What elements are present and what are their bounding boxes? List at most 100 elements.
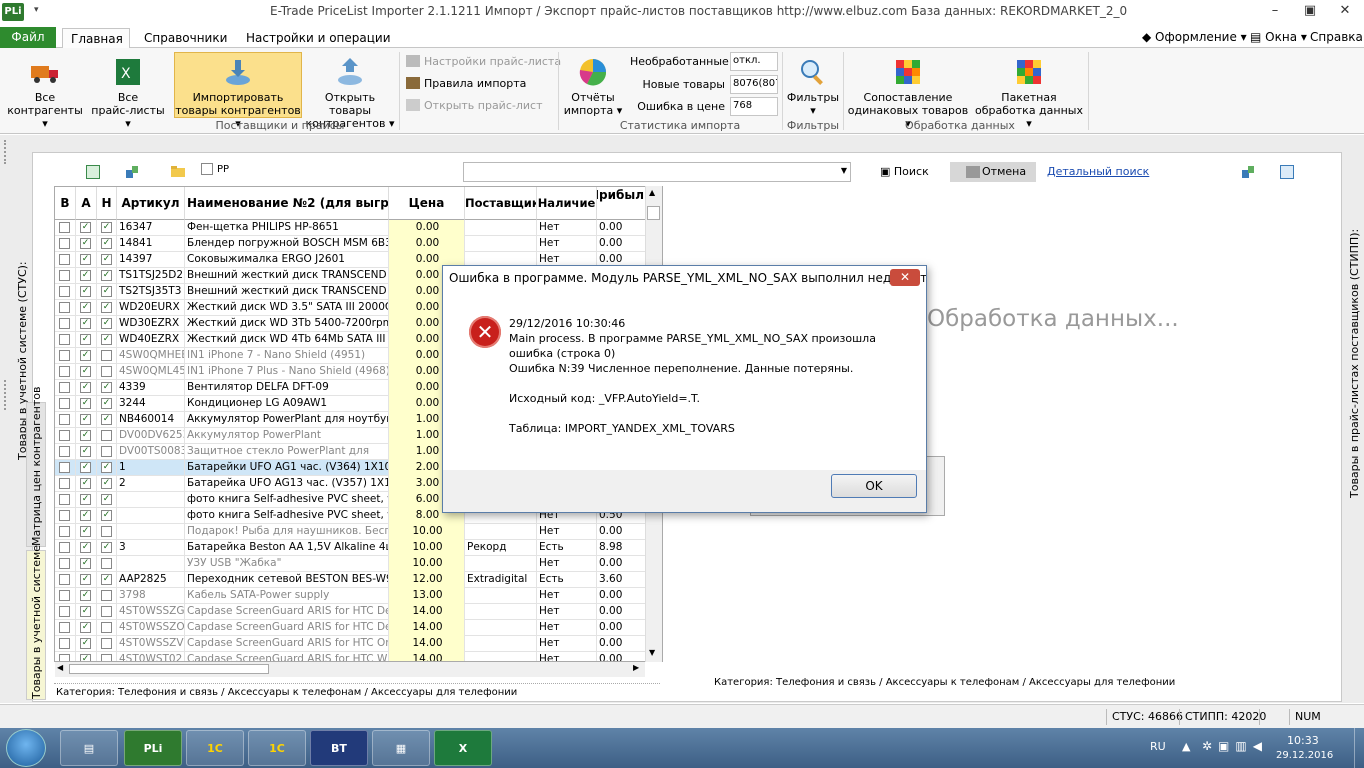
table-row[interactable]: ✓ 4ST0WSSZG Capdase ScreenGuard ARIS for H… [55, 604, 650, 620]
checkbox-cell-a[interactable]: ✓ [76, 492, 97, 508]
checkbox-cell-n[interactable]: ✓ [97, 476, 117, 492]
checkbox-cell-v[interactable] [55, 476, 76, 492]
checkbox-cell-a[interactable]: ✓ [76, 524, 97, 540]
taskbar-bt-icon[interactable]: BT [310, 730, 368, 766]
checkbox-cell-v[interactable] [55, 220, 76, 236]
dialog-close-icon[interactable]: ✕ [890, 269, 920, 286]
unchecked-checkbox[interactable] [59, 254, 70, 265]
checkbox-cell-a[interactable]: ✓ [76, 620, 97, 636]
unchecked-checkbox[interactable] [101, 430, 112, 441]
col-header-v[interactable]: В [55, 187, 76, 220]
checkbox-cell-v[interactable] [55, 252, 76, 268]
taskbar-pli-icon[interactable]: PLi [124, 730, 182, 766]
checked-checkbox[interactable]: ✓ [80, 318, 91, 329]
unchecked-checkbox[interactable] [59, 430, 70, 441]
checkbox-cell-v[interactable] [55, 348, 76, 364]
table-row[interactable]: ✓ 4ST0WST02 Capdase ScreenGuard ARIS for H… [55, 652, 650, 661]
checkbox-cell-a[interactable]: ✓ [76, 460, 97, 476]
col-header-availability[interactable]: Наличие [537, 187, 597, 220]
scroll-up-icon[interactable]: ▲ [649, 188, 655, 197]
checked-checkbox[interactable]: ✓ [101, 414, 112, 425]
unchecked-checkbox[interactable] [59, 558, 70, 569]
unchecked-checkbox[interactable] [59, 574, 70, 585]
app-icon[interactable]: PLi [2, 3, 24, 21]
checked-checkbox[interactable]: ✓ [101, 382, 112, 393]
unchecked-checkbox[interactable] [59, 350, 70, 361]
checkbox-cell-a[interactable]: ✓ [76, 252, 97, 268]
checked-checkbox[interactable]: ✓ [80, 398, 91, 409]
checkbox-cell-a[interactable]: ✓ [76, 380, 97, 396]
checkbox-cell-n[interactable] [97, 636, 117, 652]
checked-checkbox[interactable]: ✓ [101, 494, 112, 505]
checked-checkbox[interactable]: ✓ [101, 286, 112, 297]
unchecked-checkbox[interactable] [59, 446, 70, 457]
checkbox-cell-n[interactable] [97, 556, 117, 572]
checkbox-cell-a[interactable]: ✓ [76, 588, 97, 604]
checked-checkbox[interactable]: ✓ [80, 286, 91, 297]
checkbox-cell-v[interactable] [55, 300, 76, 316]
checked-checkbox[interactable]: ✓ [80, 638, 91, 649]
checkbox-cell-v[interactable] [55, 412, 76, 428]
next-record-icon[interactable] [86, 165, 100, 179]
checkbox-cell-n[interactable]: ✓ [97, 572, 117, 588]
checked-checkbox[interactable]: ✓ [80, 350, 91, 361]
checkbox-cell-v[interactable] [55, 636, 76, 652]
checkbox-cell-n[interactable]: ✓ [97, 540, 117, 556]
checked-checkbox[interactable]: ✓ [80, 366, 91, 377]
checkbox-cell-v[interactable] [55, 428, 76, 444]
checkbox-cell-v[interactable] [55, 524, 76, 540]
table-row[interactable]: ✓ ✓ AAP2825 Переходник сетевой BESTON BES-W… [55, 572, 650, 588]
checkbox-cell-v[interactable] [55, 364, 76, 380]
checked-checkbox[interactable]: ✓ [80, 254, 91, 265]
checkbox-cell-a[interactable]: ✓ [76, 284, 97, 300]
checkbox-cell-v[interactable] [55, 444, 76, 460]
checkbox-cell-n[interactable]: ✓ [97, 396, 117, 412]
checked-checkbox[interactable]: ✓ [80, 542, 91, 553]
checked-checkbox[interactable]: ✓ [80, 478, 91, 489]
checked-checkbox[interactable]: ✓ [101, 270, 112, 281]
unchecked-checkbox[interactable] [59, 414, 70, 425]
splitter-grip[interactable] [4, 140, 10, 164]
checkbox-cell-n[interactable] [97, 348, 117, 364]
checked-checkbox[interactable]: ✓ [80, 414, 91, 425]
checkbox-cell-n[interactable]: ✓ [97, 284, 117, 300]
checkbox-cell-n[interactable]: ✓ [97, 268, 117, 284]
show-desktop-button[interactable] [1354, 728, 1364, 768]
checkbox-cell-a[interactable]: ✓ [76, 220, 97, 236]
cancel-button[interactable]: Отмена [950, 162, 1036, 182]
checkbox-cell-v[interactable] [55, 236, 76, 252]
pricelist-tool-icon[interactable] [124, 164, 140, 180]
checkbox-cell-n[interactable] [97, 604, 117, 620]
checked-checkbox[interactable]: ✓ [80, 302, 91, 313]
pricelist-settings-button[interactable]: Настройки прайс-листа [406, 53, 561, 71]
unchecked-checkbox[interactable] [59, 542, 70, 553]
unchecked-checkbox[interactable] [59, 638, 70, 649]
menu-appearance[interactable]: ◆ Оформление ▾ [1142, 30, 1247, 44]
filters-button[interactable]: Фильтры ▾ [786, 56, 840, 117]
col-header-name[interactable]: Наименование №2 (для выгрузки) [185, 187, 389, 220]
checkbox-cell-a[interactable]: ✓ [76, 412, 97, 428]
checkbox-cell-n[interactable] [97, 444, 117, 460]
checkbox-cell-a[interactable]: ✓ [76, 556, 97, 572]
checked-checkbox[interactable]: ✓ [101, 238, 112, 249]
checkbox-cell-a[interactable]: ✓ [76, 572, 97, 588]
table-row[interactable]: ✓ 3798 Кабель SATA-Power supply 13.00 Нет 0.0… [55, 588, 650, 604]
checkbox-cell-n[interactable] [97, 588, 117, 604]
unchecked-checkbox[interactable] [59, 494, 70, 505]
checked-checkbox[interactable]: ✓ [101, 542, 112, 553]
table-row[interactable]: ✓ Подарок! Рыба для наушников. Бесплатн10… [55, 524, 650, 540]
checked-checkbox[interactable]: ✓ [80, 222, 91, 233]
pricelist-tool-icon-right[interactable] [1240, 164, 1256, 180]
unchecked-checkbox[interactable] [101, 654, 112, 661]
checked-checkbox[interactable]: ✓ [80, 590, 91, 601]
checkbox-cell-v[interactable] [55, 492, 76, 508]
checked-checkbox[interactable]: ✓ [101, 462, 112, 473]
unchecked-checkbox[interactable] [59, 302, 70, 313]
checkbox-cell-v[interactable] [55, 380, 76, 396]
table-row[interactable]: ✓ 4ST0WSSZV Capdase ScreenGuard ARIS for H… [55, 636, 650, 652]
taskbar-1c-icon[interactable]: 1С [186, 730, 244, 766]
unchecked-checkbox[interactable] [59, 510, 70, 521]
checkbox-cell-n[interactable]: ✓ [97, 316, 117, 332]
taskbar-excel-icon[interactable]: X [434, 730, 492, 766]
checked-checkbox[interactable]: ✓ [80, 334, 91, 345]
